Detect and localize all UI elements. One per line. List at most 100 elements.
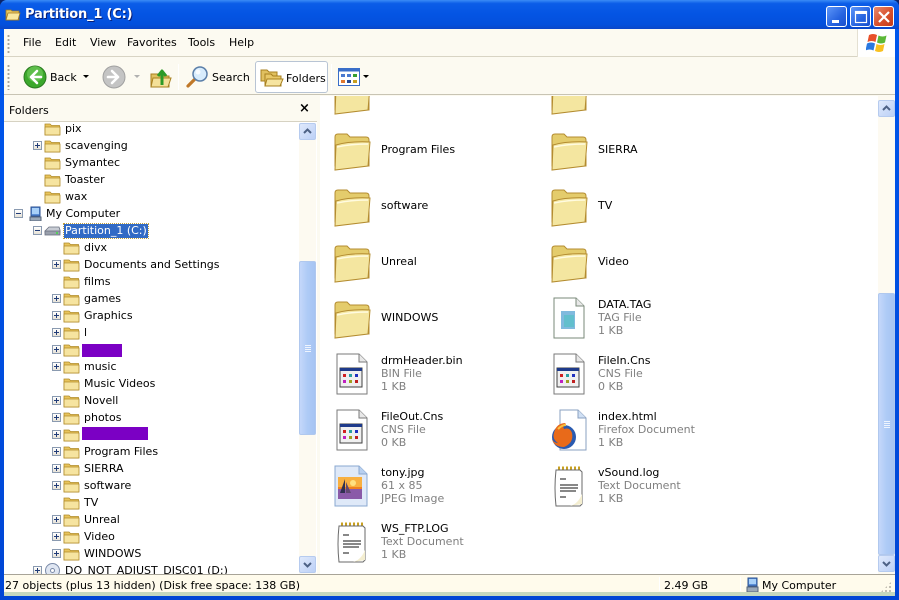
search-button[interactable]: Search <box>183 61 251 93</box>
expand-icon[interactable] <box>52 396 61 405</box>
expand-icon[interactable] <box>52 294 61 303</box>
expand-icon[interactable] <box>52 515 61 524</box>
file-name: TV <box>598 198 613 212</box>
forward-dropdown-arrow[interactable] <box>134 75 140 78</box>
folder-icon <box>334 301 371 339</box>
folder-tile[interactable]: Unreal <box>325 237 535 285</box>
expand-icon[interactable] <box>52 481 61 490</box>
tree-item[interactable]: Graphics <box>4 307 299 324</box>
tree-item[interactable]: SIERRA <box>4 460 299 477</box>
menu-view[interactable]: View <box>88 36 118 49</box>
up-button[interactable] <box>146 61 176 93</box>
expand-icon[interactable] <box>52 345 61 354</box>
tree-item[interactable]: software <box>4 477 299 494</box>
file-tile[interactable]: drmHeader.bin BIN File 1 KB <box>325 349 535 397</box>
expand-icon[interactable] <box>52 311 61 320</box>
folder-tile[interactable] <box>325 96 535 117</box>
collapse-icon[interactable] <box>14 209 23 218</box>
close-folders-pane-button[interactable]: × <box>299 101 310 116</box>
file-tile[interactable]: index.html Firefox Document 1 KB <box>542 405 752 453</box>
scroll-up-button[interactable] <box>299 123 316 140</box>
tree-item[interactable]: My Computer <box>4 205 299 222</box>
title-bar[interactable]: Partition_1 (C:) <box>0 0 899 29</box>
tree-item[interactable]: Video <box>4 528 299 545</box>
expand-icon[interactable] <box>52 532 61 541</box>
folder-tile[interactable] <box>542 96 752 117</box>
folder-tile[interactable]: Program Files <box>325 125 535 173</box>
tree-item[interactable]: photos <box>4 409 299 426</box>
folder-tile[interactable]: SIERRA <box>542 125 752 173</box>
scroll-thumb[interactable] <box>299 261 316 435</box>
scroll-up-button[interactable] <box>878 100 895 117</box>
folders-scrollbar[interactable] <box>299 123 316 574</box>
file-tile[interactable]: DATA.TAG TAG File 1 KB <box>542 293 752 341</box>
folder-tile[interactable]: Video <box>542 237 752 285</box>
folder-tile[interactable]: software <box>325 181 535 229</box>
tree-item[interactable]: l <box>4 324 299 341</box>
maximize-button[interactable] <box>850 6 871 27</box>
file-tile[interactable]: vSound.log Text Document 1 KB <box>542 461 752 509</box>
expand-icon[interactable] <box>52 260 61 269</box>
menubar-gripper[interactable] <box>7 34 10 54</box>
tree-item[interactable]: Program Files <box>4 443 299 460</box>
folder-tile[interactable]: WINDOWS <box>325 293 535 341</box>
tree-item[interactable]: scavenging <box>4 137 299 154</box>
folder-icon <box>334 133 371 171</box>
menu-edit[interactable]: Edit <box>53 36 78 49</box>
folder-icon <box>44 174 61 187</box>
tree-item[interactable]: Unreal <box>4 511 299 528</box>
back-button[interactable]: Back <box>21 61 93 93</box>
toolbar-gripper[interactable] <box>7 64 10 90</box>
content-scrollbar[interactable] <box>878 96 895 574</box>
tree-item[interactable]: music <box>4 358 299 375</box>
expand-icon[interactable] <box>33 141 42 150</box>
scroll-down-button[interactable] <box>878 555 895 572</box>
tree-item[interactable]: Music Videos <box>4 375 299 392</box>
tree-item[interactable]: Symantec <box>4 154 299 171</box>
expand-icon[interactable] <box>52 447 61 456</box>
menu-tools[interactable]: Tools <box>186 36 217 49</box>
expand-icon[interactable] <box>52 413 61 422</box>
tree-item-label: Unreal <box>84 513 120 526</box>
back-dropdown-arrow[interactable] <box>83 75 89 78</box>
tree-item[interactable]: DO_NOT_ADJUST_DISC01 (D:) <box>4 562 299 574</box>
tree-item[interactable] <box>4 426 299 443</box>
menu-favorites[interactable]: Favorites <box>125 36 179 49</box>
tree-item[interactable]: divx <box>4 239 299 256</box>
tree-item[interactable]: films <box>4 273 299 290</box>
file-tile[interactable]: FileIn.Cns CNS File 0 KB <box>542 349 752 397</box>
minimize-button[interactable] <box>826 6 847 27</box>
scroll-thumb[interactable] <box>878 293 895 555</box>
file-tile[interactable]: WS_FTP.LOG Text Document 1 KB <box>325 517 535 565</box>
file-tile[interactable]: FileOut.Cns CNS File 0 KB <box>325 405 535 453</box>
resize-grip[interactable] <box>880 581 892 593</box>
menu-help[interactable]: Help <box>227 36 256 49</box>
close-button[interactable] <box>873 6 894 27</box>
tree-item[interactable]: Toaster <box>4 171 299 188</box>
tree-item[interactable]: Partition_1 (C:) <box>4 222 299 239</box>
tree-item[interactable]: pix <box>4 123 299 137</box>
collapse-icon[interactable] <box>33 226 42 235</box>
scroll-down-button[interactable] <box>299 556 316 573</box>
menu-file[interactable]: File <box>21 36 43 49</box>
expand-icon[interactable] <box>52 328 61 337</box>
tree-item[interactable] <box>4 341 299 358</box>
file-tile[interactable]: tony.jpg 61 x 85 JPEG Image <box>325 461 535 509</box>
folder-tile[interactable]: TV <box>542 181 752 229</box>
tree-item[interactable]: WINDOWS <box>4 545 299 562</box>
expand-icon[interactable] <box>52 549 61 558</box>
tree-item[interactable]: TV <box>4 494 299 511</box>
views-button[interactable] <box>336 61 372 93</box>
tree-item[interactable]: Novell <box>4 392 299 409</box>
computer-icon <box>29 206 42 221</box>
expand-icon[interactable] <box>33 566 42 574</box>
expand-icon[interactable] <box>52 464 61 473</box>
tree-item[interactable]: Documents and Settings <box>4 256 299 273</box>
expand-icon[interactable] <box>52 362 61 371</box>
expand-icon[interactable] <box>52 430 61 439</box>
views-dropdown-arrow[interactable] <box>363 75 369 78</box>
tree-item[interactable]: games <box>4 290 299 307</box>
forward-button[interactable] <box>100 61 142 93</box>
tree-item[interactable]: wax <box>4 188 299 205</box>
folders-button[interactable]: Folders <box>255 61 328 93</box>
